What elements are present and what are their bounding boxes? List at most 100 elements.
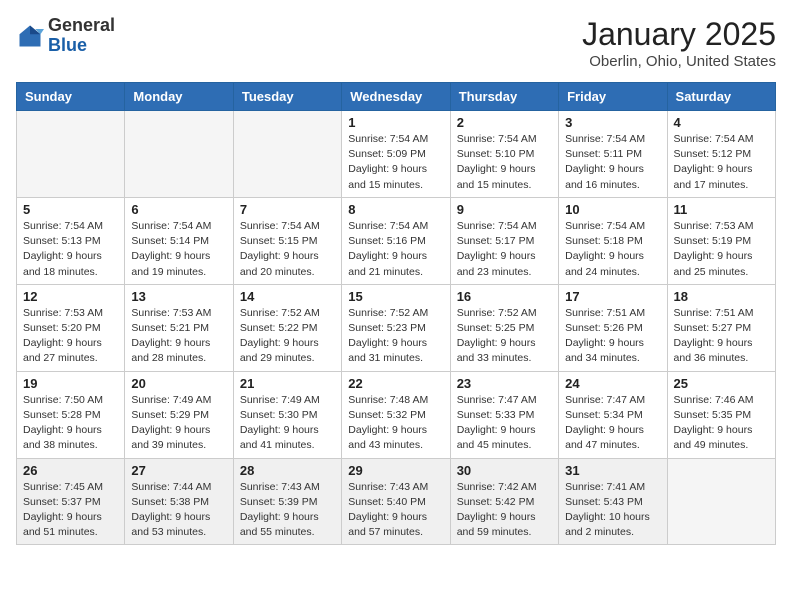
calendar-cell: 1 Sunrise: 7:54 AM Sunset: 5:09 PM Daylig…	[342, 111, 450, 198]
day-number: 18	[674, 289, 769, 304]
day-info: Sunrise: 7:54 AM Sunset: 5:16 PM Dayligh…	[348, 219, 443, 280]
day-number: 3	[565, 115, 660, 130]
calendar-cell: 12 Sunrise: 7:53 AM Sunset: 5:20 PM Dayli…	[17, 284, 125, 371]
day-info: Sunrise: 7:53 AM Sunset: 5:20 PM Dayligh…	[23, 306, 118, 367]
day-info: Sunrise: 7:51 AM Sunset: 5:26 PM Dayligh…	[565, 306, 660, 367]
day-number: 14	[240, 289, 335, 304]
calendar-cell: 24Sunrise: 7:47 AM Sunset: 5:34 PM Dayli…	[559, 371, 667, 458]
day-info: Sunrise: 7:53 AM Sunset: 5:21 PM Dayligh…	[131, 306, 226, 367]
day-number: 15	[348, 289, 443, 304]
calendar-cell: 18 Sunrise: 7:51 AM Sunset: 5:27 PM Dayli…	[667, 284, 775, 371]
day-number: 7	[240, 202, 335, 217]
calendar-cell: 4Sunrise: 7:54 AM Sunset: 5:12 PM Daylig…	[667, 111, 775, 198]
day-info: Sunrise: 7:48 AM Sunset: 5:32 PM Dayligh…	[348, 393, 443, 454]
calendar-cell: 29Sunrise: 7:43 AM Sunset: 5:40 PM Dayli…	[342, 458, 450, 545]
day-info: Sunrise: 7:44 AM Sunset: 5:38 PM Dayligh…	[131, 480, 226, 541]
calendar-cell: 11Sunrise: 7:53 AM Sunset: 5:19 PM Dayli…	[667, 197, 775, 284]
day-number: 31	[565, 463, 660, 478]
calendar-cell: 25 Sunrise: 7:46 AM Sunset: 5:35 PM Dayli…	[667, 371, 775, 458]
day-info: Sunrise: 7:54 AM Sunset: 5:10 PM Dayligh…	[457, 132, 552, 193]
calendar-cell: 7 Sunrise: 7:54 AM Sunset: 5:15 PM Daylig…	[233, 197, 341, 284]
calendar-cell: 28 Sunrise: 7:43 AM Sunset: 5:39 PM Dayli…	[233, 458, 341, 545]
day-info: Sunrise: 7:41 AM Sunset: 5:43 PM Dayligh…	[565, 480, 660, 541]
day-info: Sunrise: 7:54 AM Sunset: 5:15 PM Dayligh…	[240, 219, 335, 280]
calendar-cell: 13 Sunrise: 7:53 AM Sunset: 5:21 PM Dayli…	[125, 284, 233, 371]
day-number: 12	[23, 289, 118, 304]
calendar-cell: 17 Sunrise: 7:51 AM Sunset: 5:26 PM Dayli…	[559, 284, 667, 371]
calendar-cell	[17, 111, 125, 198]
day-number: 11	[674, 202, 769, 217]
day-number: 21	[240, 376, 335, 391]
day-number: 1	[348, 115, 443, 130]
month-title: January 2025	[582, 16, 776, 53]
day-info: Sunrise: 7:52 AM Sunset: 5:25 PM Dayligh…	[457, 306, 552, 367]
day-number: 20	[131, 376, 226, 391]
day-number: 6	[131, 202, 226, 217]
day-info: Sunrise: 7:52 AM Sunset: 5:23 PM Dayligh…	[348, 306, 443, 367]
logo-blue: Blue	[48, 35, 87, 55]
calendar-cell: 10 Sunrise: 7:54 AM Sunset: 5:18 PM Dayli…	[559, 197, 667, 284]
logo-icon	[16, 22, 44, 50]
calendar-cell: 21Sunrise: 7:49 AM Sunset: 5:30 PM Dayli…	[233, 371, 341, 458]
calendar-cell: 30Sunrise: 7:42 AM Sunset: 5:42 PM Dayli…	[450, 458, 558, 545]
calendar-cell: 22 Sunrise: 7:48 AM Sunset: 5:32 PM Dayli…	[342, 371, 450, 458]
calendar-cell: 20 Sunrise: 7:49 AM Sunset: 5:29 PM Dayli…	[125, 371, 233, 458]
calendar-cell: 9 Sunrise: 7:54 AM Sunset: 5:17 PM Daylig…	[450, 197, 558, 284]
calendar-cell: 31 Sunrise: 7:41 AM Sunset: 5:43 PM Dayli…	[559, 458, 667, 545]
day-header-sunday: Sunday	[17, 83, 125, 111]
week-row-2: 5 Sunrise: 7:54 AM Sunset: 5:13 PM Daylig…	[17, 197, 776, 284]
week-row-3: 12 Sunrise: 7:53 AM Sunset: 5:20 PM Dayli…	[17, 284, 776, 371]
day-info: Sunrise: 7:54 AM Sunset: 5:17 PM Dayligh…	[457, 219, 552, 280]
day-number: 22	[348, 376, 443, 391]
day-header-friday: Friday	[559, 83, 667, 111]
day-number: 30	[457, 463, 552, 478]
calendar-cell: 26Sunrise: 7:45 AM Sunset: 5:37 PM Dayli…	[17, 458, 125, 545]
day-header-saturday: Saturday	[667, 83, 775, 111]
day-info: Sunrise: 7:46 AM Sunset: 5:35 PM Dayligh…	[674, 393, 769, 454]
day-info: Sunrise: 7:54 AM Sunset: 5:11 PM Dayligh…	[565, 132, 660, 193]
day-number: 5	[23, 202, 118, 217]
day-header-monday: Monday	[125, 83, 233, 111]
day-info: Sunrise: 7:54 AM Sunset: 5:18 PM Dayligh…	[565, 219, 660, 280]
calendar-cell: 16Sunrise: 7:52 AM Sunset: 5:25 PM Dayli…	[450, 284, 558, 371]
logo-general: General	[48, 15, 115, 35]
calendar-header-row: SundayMondayTuesdayWednesdayThursdayFrid…	[17, 83, 776, 111]
day-info: Sunrise: 7:54 AM Sunset: 5:13 PM Dayligh…	[23, 219, 118, 280]
day-info: Sunrise: 7:47 AM Sunset: 5:33 PM Dayligh…	[457, 393, 552, 454]
day-number: 23	[457, 376, 552, 391]
calendar-cell: 19Sunrise: 7:50 AM Sunset: 5:28 PM Dayli…	[17, 371, 125, 458]
day-info: Sunrise: 7:51 AM Sunset: 5:27 PM Dayligh…	[674, 306, 769, 367]
day-number: 2	[457, 115, 552, 130]
day-number: 27	[131, 463, 226, 478]
day-number: 17	[565, 289, 660, 304]
day-info: Sunrise: 7:52 AM Sunset: 5:22 PM Dayligh…	[240, 306, 335, 367]
day-number: 28	[240, 463, 335, 478]
logo-text: General Blue	[48, 16, 115, 56]
calendar-cell: 23 Sunrise: 7:47 AM Sunset: 5:33 PM Dayli…	[450, 371, 558, 458]
calendar-cell: 8Sunrise: 7:54 AM Sunset: 5:16 PM Daylig…	[342, 197, 450, 284]
day-number: 10	[565, 202, 660, 217]
title-block: January 2025 Oberlin, Ohio, United State…	[582, 16, 776, 70]
calendar-cell: 6 Sunrise: 7:54 AM Sunset: 5:14 PM Daylig…	[125, 197, 233, 284]
day-number: 29	[348, 463, 443, 478]
page-header: General Blue January 2025 Oberlin, Ohio,…	[16, 16, 776, 70]
calendar-cell: 2 Sunrise: 7:54 AM Sunset: 5:10 PM Daylig…	[450, 111, 558, 198]
calendar-table: SundayMondayTuesdayWednesdayThursdayFrid…	[16, 82, 776, 545]
day-info: Sunrise: 7:49 AM Sunset: 5:29 PM Dayligh…	[131, 393, 226, 454]
day-info: Sunrise: 7:54 AM Sunset: 5:14 PM Dayligh…	[131, 219, 226, 280]
calendar-cell: 27 Sunrise: 7:44 AM Sunset: 5:38 PM Dayli…	[125, 458, 233, 545]
week-row-5: 26Sunrise: 7:45 AM Sunset: 5:37 PM Dayli…	[17, 458, 776, 545]
day-number: 4	[674, 115, 769, 130]
day-number: 25	[674, 376, 769, 391]
day-number: 13	[131, 289, 226, 304]
day-number: 19	[23, 376, 118, 391]
calendar-cell	[125, 111, 233, 198]
day-header-thursday: Thursday	[450, 83, 558, 111]
day-number: 9	[457, 202, 552, 217]
day-info: Sunrise: 7:47 AM Sunset: 5:34 PM Dayligh…	[565, 393, 660, 454]
day-info: Sunrise: 7:43 AM Sunset: 5:39 PM Dayligh…	[240, 480, 335, 541]
week-row-1: 1 Sunrise: 7:54 AM Sunset: 5:09 PM Daylig…	[17, 111, 776, 198]
day-info: Sunrise: 7:54 AM Sunset: 5:09 PM Dayligh…	[348, 132, 443, 193]
calendar-cell: 5 Sunrise: 7:54 AM Sunset: 5:13 PM Daylig…	[17, 197, 125, 284]
location: Oberlin, Ohio, United States	[582, 53, 776, 70]
